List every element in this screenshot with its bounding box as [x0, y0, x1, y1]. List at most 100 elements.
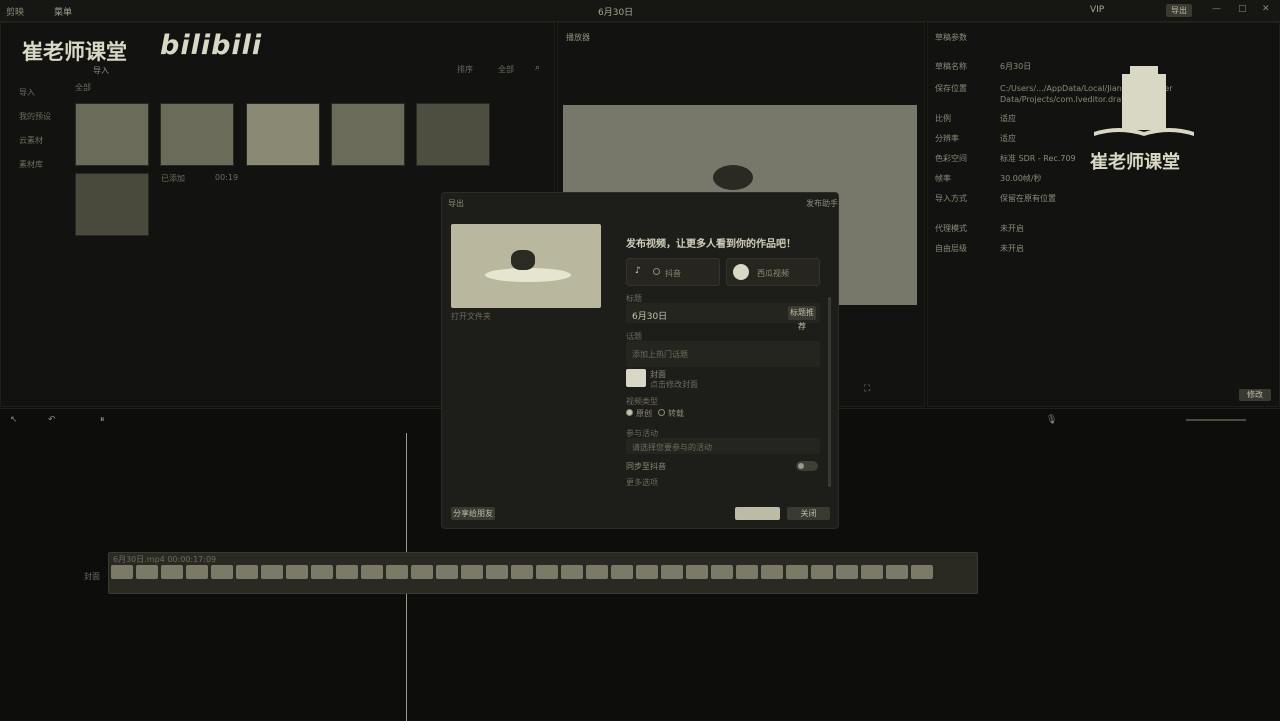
- maximize-icon[interactable]: □: [1238, 4, 1247, 14]
- filmstrip-frame: [386, 565, 408, 579]
- platform-xigua[interactable]: 西瓜视频: [726, 258, 820, 286]
- media-thumb[interactable]: [75, 103, 149, 166]
- project-title: 6月30日: [598, 8, 634, 18]
- filmstrip-frame: [236, 565, 258, 579]
- prop-value: 未开启: [1000, 244, 1024, 253]
- close-icon[interactable]: ✕: [1262, 4, 1270, 14]
- filmstrip-frame: [436, 565, 458, 579]
- mic-icon[interactable]: 🎙: [1046, 415, 1057, 425]
- topic-placeholder: 添加上热门话题: [632, 350, 688, 359]
- track-label: 封面: [84, 572, 100, 581]
- prop-value: 适应: [1000, 134, 1016, 143]
- filmstrip-frame: [561, 565, 583, 579]
- media-thumb[interactable]: [331, 103, 405, 166]
- filmstrip-frame: [761, 565, 783, 579]
- scrollbar[interactable]: [828, 297, 831, 487]
- activity-placeholder: 请选择您要参与的活动: [632, 443, 712, 452]
- filmstrip-frame: [186, 565, 208, 579]
- clip-label: 6月30日.mp4 00:00:17:09: [113, 555, 217, 564]
- sidebar-item-preset[interactable]: 我的预设: [19, 111, 51, 122]
- type-option: 原创: [636, 409, 652, 418]
- sync-label: 同步至抖音: [626, 462, 666, 471]
- vip-badge[interactable]: VIP: [1090, 5, 1104, 15]
- title-suggest-button[interactable]: 标题推荐: [788, 306, 816, 331]
- media-thumb[interactable]: [416, 103, 490, 166]
- title-field[interactable]: 6月30日 标题推荐: [626, 303, 820, 331]
- filmstrip: [111, 565, 975, 581]
- tiktok-icon: ♪: [635, 266, 641, 276]
- sidebar-item-import[interactable]: 导入: [19, 87, 35, 98]
- split-icon[interactable]: ⏸: [100, 415, 105, 425]
- media-thumb[interactable]: [246, 103, 320, 166]
- filmstrip-frame: [286, 565, 308, 579]
- filmstrip-frame: [161, 565, 183, 579]
- player-label: 播放器: [566, 33, 590, 42]
- duration-label: 00:19: [215, 173, 239, 182]
- prop-key: 代理模式: [935, 224, 967, 233]
- filmstrip-frame: [811, 565, 833, 579]
- sidebar-item-library[interactable]: 素材库: [19, 159, 43, 170]
- import-button[interactable]: 导入: [93, 65, 109, 76]
- plate-shape: [485, 268, 571, 282]
- cover-thumb[interactable]: [626, 369, 646, 387]
- params-title: 草稿参数: [935, 33, 967, 42]
- prop-value: 适应: [1000, 114, 1016, 123]
- title-value: 6月30日: [632, 312, 668, 322]
- douyin-radio[interactable]: [653, 268, 660, 278]
- platform-label: 西瓜视频: [757, 269, 789, 278]
- dialog-help[interactable]: 发布助手: [806, 198, 838, 209]
- export-dialog: 导出 发布助手 打开文件夹 发布视频，让更多人看到你的作品吧！ ♪ 抖音 西瓜视…: [441, 192, 839, 529]
- prop-key: 自由层级: [935, 244, 967, 253]
- edit-params-button[interactable]: 修改: [1239, 389, 1271, 401]
- sort-button[interactable]: 排序: [457, 64, 473, 75]
- publish-headline: 发布视频，让更多人看到你的作品吧！: [626, 239, 796, 250]
- filmstrip-frame: [311, 565, 333, 579]
- video-clip[interactable]: 6月30日.mp4 00:00:17:09: [108, 552, 978, 594]
- platform-douyin[interactable]: ♪ 抖音: [626, 258, 720, 286]
- cover-hint[interactable]: 点击修改封面: [650, 379, 698, 390]
- share-button[interactable]: 分享给朋友: [451, 507, 495, 520]
- minimize-icon[interactable]: —: [1212, 4, 1221, 14]
- zoom-slider[interactable]: [1186, 419, 1246, 421]
- filmstrip-frame: [786, 565, 808, 579]
- export-button[interactable]: 导出: [1166, 4, 1192, 17]
- close-dialog-button[interactable]: 关闭: [787, 507, 830, 520]
- watermark-text-right: 崔老师课堂: [1090, 152, 1180, 173]
- activity-field[interactable]: 请选择您要参与的活动: [626, 438, 820, 454]
- type-option: 转载: [668, 409, 684, 418]
- type-repost-radio[interactable]: [658, 409, 665, 419]
- search-icon[interactable]: ⌕: [535, 63, 540, 73]
- fullscreen-icon[interactable]: ⛶: [864, 384, 870, 394]
- select-tool-icon[interactable]: ↖: [10, 415, 18, 425]
- open-folder-link[interactable]: 打开文件夹: [451, 311, 491, 322]
- video-preview: [451, 224, 601, 308]
- sync-toggle[interactable]: [796, 461, 818, 471]
- menu-button[interactable]: 菜单: [54, 5, 72, 18]
- prop-key: 草稿名称: [935, 62, 967, 71]
- filmstrip-frame: [261, 565, 283, 579]
- dialog-header: 导出: [448, 199, 464, 208]
- more-options[interactable]: 更多选项: [626, 477, 658, 488]
- filmstrip-frame: [611, 565, 633, 579]
- prop-value: 30.00帧/秒: [1000, 174, 1042, 183]
- undo-icon[interactable]: ↶: [48, 415, 56, 425]
- filmstrip-frame: [486, 565, 508, 579]
- filmstrip-frame: [536, 565, 558, 579]
- prop-key: 分辨率: [935, 134, 959, 143]
- filmstrip-frame: [911, 565, 933, 579]
- media-thumb[interactable]: [75, 173, 149, 236]
- type-original-radio[interactable]: [626, 409, 633, 419]
- filmstrip-frame: [336, 565, 358, 579]
- cat-shape: [511, 250, 535, 270]
- xigua-icon: [733, 264, 749, 280]
- media-thumb[interactable]: [160, 103, 234, 166]
- topic-field[interactable]: 添加上热门话题: [626, 341, 820, 367]
- filter-button[interactable]: 全部: [498, 64, 514, 75]
- filmstrip-frame: [586, 565, 608, 579]
- prop-value: 保留在原有位置: [1000, 194, 1056, 203]
- sidebar-item-cloud[interactable]: 云素材: [19, 135, 43, 146]
- filmstrip-frame: [211, 565, 233, 579]
- cat-figure: [713, 165, 753, 190]
- filmstrip-frame: [411, 565, 433, 579]
- publish-button[interactable]: [735, 507, 780, 520]
